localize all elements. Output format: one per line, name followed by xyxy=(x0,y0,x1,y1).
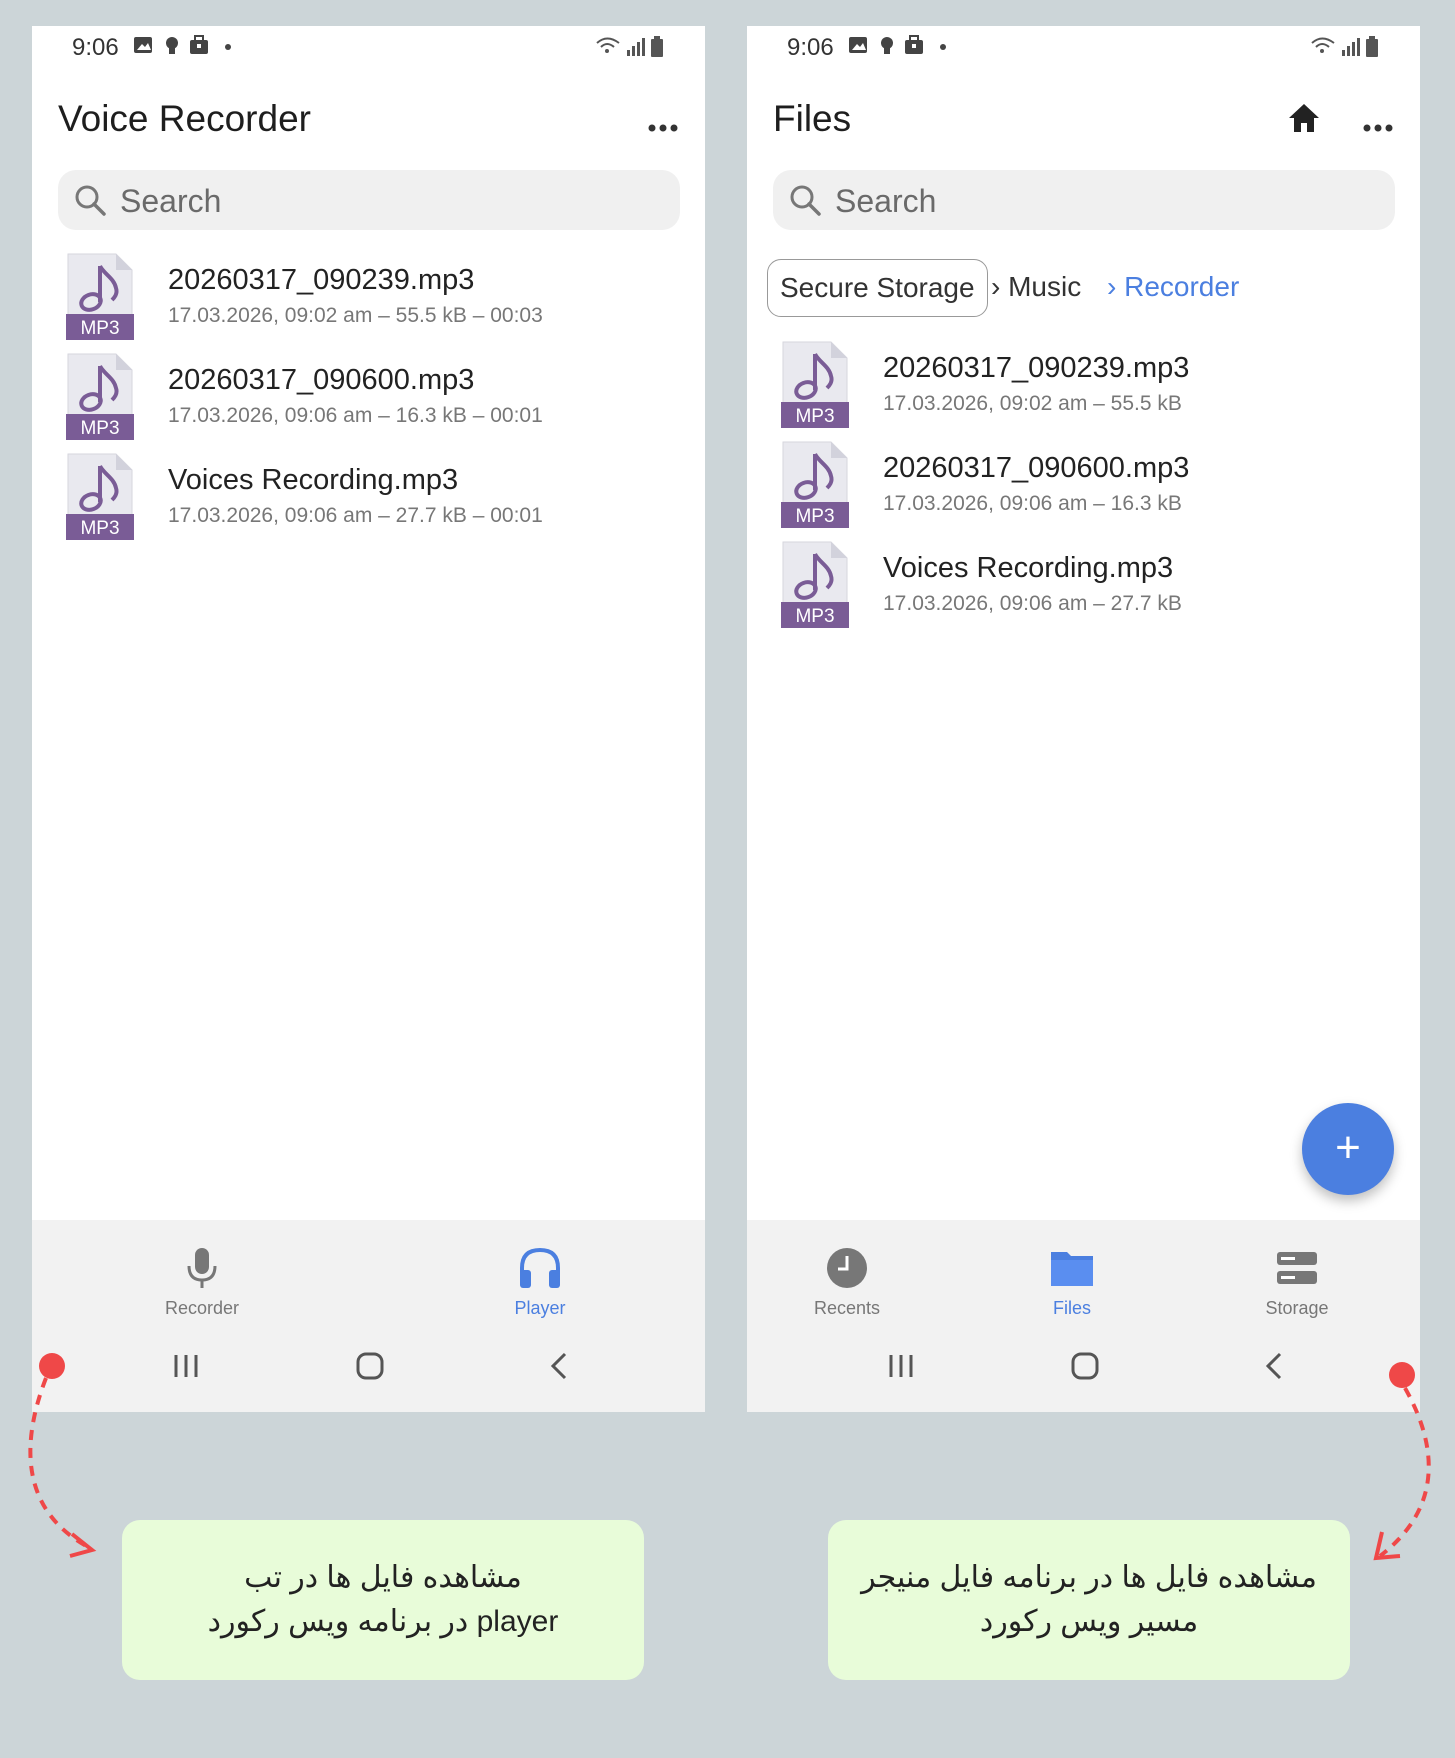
caption-box-left: مشاهده فایل ها در تب player در برنامه وی… xyxy=(122,1520,644,1680)
caption-line: مسیر ویس رکورد xyxy=(979,1605,1199,1638)
caption-box-right: مشاهده فایل ها در برنامه فایل منیجر مسیر… xyxy=(828,1520,1350,1680)
annotation-arrows xyxy=(28,1377,1431,1561)
caption-line: مشاهده فایل ها در تب xyxy=(244,1561,522,1594)
caption-line: مشاهده فایل ها در برنامه فایل منیجر xyxy=(861,1561,1317,1594)
caption-line: player در برنامه ویس رکورد xyxy=(207,1605,559,1638)
